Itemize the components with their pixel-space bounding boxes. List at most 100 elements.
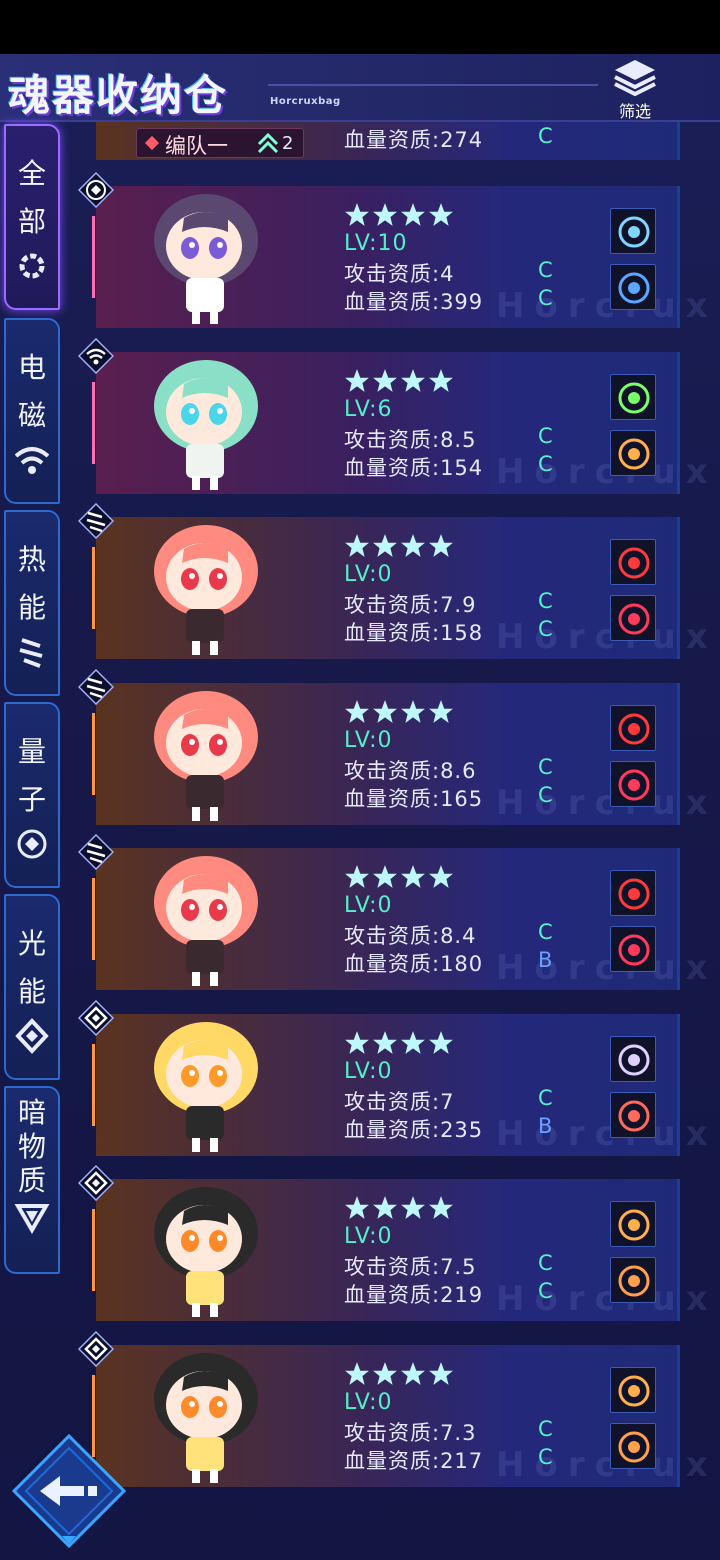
list-item[interactable]: Horcrux LV:0 攻击资质:7.3 C 血量资质:217 C [78,1330,708,1487]
skill-slot[interactable] [610,539,656,585]
skill-slot[interactable] [610,760,656,807]
rarity-edge [92,878,95,960]
star-icon [428,864,454,890]
header: 魂器收纳仓 Horcruxbag 筛选 [0,54,720,122]
skill-slot[interactable] [610,208,656,254]
hp-stat: 血量资质:165 [344,786,484,811]
red-claw-icon [611,1092,655,1137]
rarity-edge [92,216,95,298]
skill-slot[interactable] [610,1257,656,1303]
tab-dark-matter[interactable]: 暗 物 质 [4,1086,60,1274]
character-portrait [154,1021,258,1152]
attack-grade: C [538,754,553,779]
horcrux-list[interactable]: 编队一 2 血量资质:274 C Horcrux LV:10 攻击资质:4 C 血量资质… [70,122,720,1560]
skill-slot[interactable] [610,1422,656,1469]
star-rating [344,1361,456,1389]
character-portrait [154,1187,258,1317]
team-badge: 编队一 2 [136,128,304,158]
heat-slashes-icon [78,834,114,870]
star-icon [372,1030,398,1056]
dark-matter-icon [14,1204,50,1234]
list-item-partial[interactable]: 编队一 2 血量资质:274 C [96,122,680,160]
heat-slashes-icon [78,668,114,705]
star-icon [372,1195,398,1221]
star-icon [344,1030,370,1056]
watermark-text: Horcrux [496,1279,718,1319]
star-icon [428,1030,454,1056]
star-rating [344,1195,456,1223]
star-icon [372,202,398,228]
skill-slot[interactable] [610,264,656,310]
star-icon [344,533,370,559]
star-rating [344,1030,456,1058]
hp-stat: 血量资质:154 [344,455,484,480]
list-item[interactable]: Horcrux LV:0 攻击资质:7 C 血量资质:235 B [78,999,708,1156]
all-gear-icon [19,253,45,279]
team-diamond-icon [144,135,160,151]
attack-grade: C [538,1085,553,1110]
skill-slot[interactable] [610,595,656,641]
list-item[interactable]: Horcrux LV:0 攻击资质:8.6 C 血量资质:165 C [78,668,708,825]
hp-grade: C [538,286,553,310]
level-label: LV:0 [344,893,393,918]
tab-dark-char-1: 暗 [17,1096,46,1129]
list-item[interactable]: Horcrux LV:6 攻击资质:8.5 C 血量资质:154 C [78,337,708,494]
attack-stat: 攻击资质:8.5 [344,427,477,452]
back-arrow-icon [11,1433,127,1549]
star-icon [344,202,370,228]
watermark-text: Horcrux [496,451,718,492]
broken-heart-icon [611,927,655,971]
skill-slot[interactable] [610,373,656,420]
character-portrait [154,359,258,490]
skill-slot[interactable] [610,429,656,476]
hp-grade: C [538,1279,553,1303]
rarity-edge [92,1043,95,1126]
skill-slot[interactable] [610,1366,656,1413]
star-icon [400,864,426,890]
star-icon [400,533,426,559]
star-icon [428,1195,454,1221]
tab-quantum-char-2: 子 [17,783,46,816]
list-item[interactable]: Horcrux LV:10 攻击资质:4 C 血量资质:399 C [78,172,708,328]
skill-slot[interactable] [610,1201,656,1247]
back-button[interactable] [10,1432,128,1550]
sword-up-icon [611,1367,655,1412]
star-icon [428,533,454,559]
tab-light[interactable]: 光 能 [4,894,60,1080]
partial-hp-stat: 血量资质:274 [344,128,484,152]
level-label: LV:0 [344,562,393,587]
list-item[interactable]: Horcrux LV:0 攻击资质:7.5 C 血量资质:219 C [78,1165,708,1321]
watermark-text: Horcrux [496,1444,718,1485]
tab-thermal[interactable]: 热 能 [4,510,60,696]
hp-grade: C [538,1444,553,1469]
watermark-text: Horcrux [496,286,718,326]
list-item[interactable]: Horcrux LV:0 攻击资质:7.9 C 血量资质:158 C [78,503,708,659]
skill-slot[interactable] [610,870,656,916]
tab-quantum-char-1: 量 [17,735,46,768]
star-icon [344,1195,370,1221]
character-portrait [154,690,258,821]
tab-dark-char-3: 质 [17,1164,46,1197]
tab-quantum[interactable]: 量 子 [4,702,60,888]
red-figure-icon [611,540,655,584]
tab-all[interactable]: 全 部 [4,124,60,310]
attack-stat: 攻击资质:7.3 [344,1420,477,1445]
skill-slot[interactable] [610,704,656,751]
tab-electromagnetic[interactable]: 电 磁 [4,318,60,504]
crossed-swords-icon [611,1258,655,1302]
hp-stat: 血量资质:219 [344,1283,484,1307]
tab-thermal-char-2: 能 [17,591,46,624]
star-rating [344,699,456,727]
skill-slot[interactable] [610,1091,656,1138]
hp-grade: B [538,948,553,972]
filter-button[interactable]: 筛选 [608,56,662,121]
star-icon [372,699,398,725]
list-item[interactable]: Horcrux LV:0 攻击资质:8.4 C 血量资质:180 B [78,834,708,990]
watermark-text: Horcrux [496,948,718,988]
attack-grade: C [538,1251,553,1275]
skill-slot[interactable] [610,1035,656,1082]
heat-slashes-icon [19,638,43,668]
attack-grade: C [538,589,553,613]
skill-slot[interactable] [610,926,656,972]
star-icon [372,368,398,394]
